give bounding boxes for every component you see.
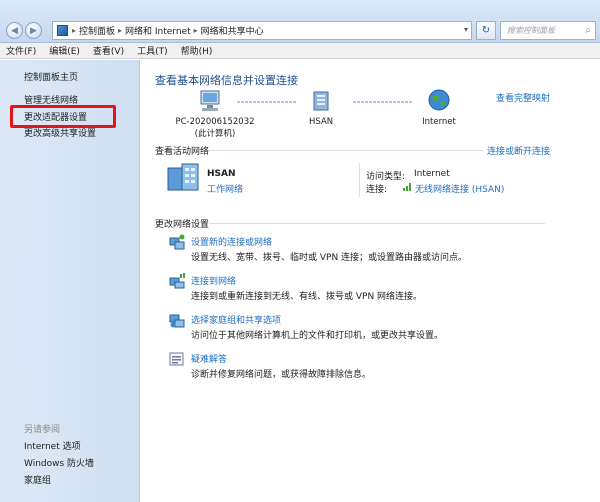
main-panel: 查看基本网络信息并设置连接 查看完整映射 PC-202006152032 (此计…: [141, 60, 600, 502]
task-title-connect-network[interactable]: 连接到网络: [191, 274, 236, 287]
wireless-connection-link[interactable]: 无线网络连接 (HSAN): [415, 182, 504, 195]
connect-disconnect-link[interactable]: 连接或断开连接: [487, 144, 550, 157]
connect-network-icon: [169, 273, 185, 289]
refresh-icon: ↻: [481, 25, 491, 36]
back-button[interactable]: ◀: [6, 22, 23, 39]
active-network-name: HSAN: [207, 169, 236, 179]
sidebar-item-internet-options[interactable]: Internet 选项: [24, 439, 81, 452]
homegroup-icon: [169, 314, 185, 328]
search-icon: ⌕: [585, 25, 591, 36]
breadcrumb-control-panel[interactable]: 控制面板: [79, 24, 115, 37]
task-title-homegroup[interactable]: 选择家庭组和共享选项: [191, 313, 281, 326]
map-network-name: HSAN: [308, 117, 334, 127]
computer-icon: [200, 90, 220, 111]
task-title-troubleshoot[interactable]: 疑难解答: [191, 352, 227, 365]
task-desc-connect-network: 连接到或重新连接到无线、有线、拨号或 VPN 网络连接。: [191, 292, 423, 302]
refresh-button[interactable]: ↻: [476, 21, 496, 40]
chevron-down-icon[interactable]: ▾: [464, 25, 468, 34]
search-placeholder: 搜索控制面板: [507, 26, 555, 35]
computer-sub-label: (此计算机): [194, 129, 236, 139]
menu-tools[interactable]: 工具(T): [137, 44, 168, 57]
page-title: 查看基本网络信息并设置连接: [155, 74, 298, 87]
task-title-setup-connection[interactable]: 设置新的连接或网络: [191, 235, 272, 248]
network-building-icon: [167, 163, 199, 191]
wifi-signal-icon: [403, 183, 411, 191]
internet-globe-icon: [428, 89, 450, 111]
highlight-box: [10, 105, 116, 128]
map-internet-label: Internet: [422, 117, 456, 127]
menu-help[interactable]: 帮助(H): [181, 44, 213, 57]
menu-edit[interactable]: 编辑(E): [49, 44, 80, 57]
menu-bar: 文件(F) 编辑(E) 查看(V) 工具(T) 帮助(H): [0, 43, 600, 59]
active-networks-heading: 查看活动网络: [155, 147, 210, 157]
troubleshoot-icon: [169, 352, 184, 366]
network-icon: [313, 91, 329, 111]
sidebar-item-windows-firewall[interactable]: Windows 防火墙: [24, 456, 94, 469]
task-desc-homegroup: 访问位于其他网络计算机上的文件和打印机，或更改共享设置。: [191, 331, 444, 341]
breadcrumb-network-sharing[interactable]: 网络和共享中心: [201, 24, 264, 37]
breadcrumb[interactable]: ▸ 控制面板 ▸ 网络和 Internet ▸ 网络和共享中心 ▾: [52, 21, 472, 40]
search-input[interactable]: 搜索控制面板 ⌕: [500, 21, 596, 40]
breadcrumb-network-internet[interactable]: 网络和 Internet: [125, 24, 191, 37]
connection-label: 连接:: [366, 185, 388, 195]
map-connector-line: [237, 101, 297, 103]
view-full-map-link[interactable]: 查看完整映射: [496, 91, 550, 104]
task-desc-setup-connection: 设置无线、宽带、拨号、临时或 VPN 连接；或设置路由器或访问点。: [191, 253, 468, 263]
forward-button[interactable]: ▶: [25, 22, 42, 39]
computer-name: PC-202006152032: [175, 117, 255, 127]
task-desc-troubleshoot: 诊断并修复网络问题，或获得故障排除信息。: [191, 370, 372, 380]
menu-file[interactable]: 文件(F): [6, 44, 36, 57]
network-type-link[interactable]: 工作网络: [207, 182, 243, 195]
control-panel-icon: [57, 25, 68, 36]
access-type-value: Internet: [414, 169, 450, 179]
network-setup-icon: [169, 234, 185, 250]
menu-view[interactable]: 查看(V): [93, 44, 124, 57]
change-settings-heading: 更改网络设置: [155, 220, 210, 230]
see-also-label: 另请参阅: [24, 425, 61, 435]
access-type-label: 访问类型:: [366, 172, 406, 182]
sidebar-item-control-panel-home[interactable]: 控制面板主页: [24, 70, 78, 83]
map-connector-line: [353, 101, 413, 103]
sidebar-item-homegroup[interactable]: 家庭组: [24, 473, 51, 486]
address-bar-area: ◀ ▶ ▸ 控制面板 ▸ 网络和 Internet ▸ 网络和共享中心 ▾ ↻ …: [0, 0, 600, 43]
